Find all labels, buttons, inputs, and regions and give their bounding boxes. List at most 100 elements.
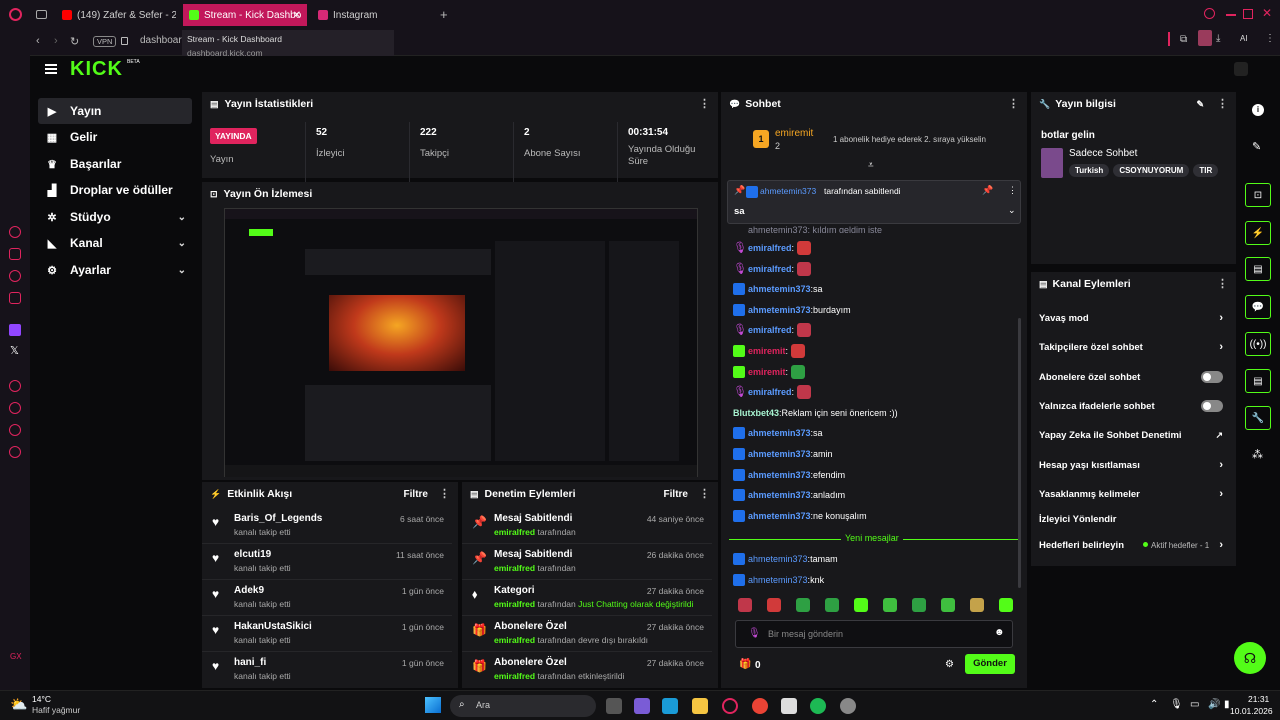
close-tab-icon[interactable]: ✕ xyxy=(293,10,301,21)
nav-droplar[interactable]: ▟ Droplar ve ödüller xyxy=(38,177,192,203)
download-icon[interactable]: ⤓ xyxy=(1216,33,1220,44)
send-button[interactable]: Gönder xyxy=(965,654,1015,674)
emote-only-toggle[interactable] xyxy=(1201,400,1223,412)
more-icon[interactable]: GX xyxy=(10,652,22,661)
chat-user[interactable]: ahmetemin373 xyxy=(748,449,811,459)
spotify-icon[interactable] xyxy=(810,698,826,714)
scroll-down-icon[interactable]: ⩡ xyxy=(868,160,874,171)
search-tabs-icon[interactable] xyxy=(1204,8,1215,19)
chat-user[interactable]: ahmetemin373 xyxy=(748,575,808,585)
mod-user[interactable]: emiralfred xyxy=(494,527,535,537)
twitch-icon[interactable] xyxy=(9,324,21,336)
pinned-user[interactable]: ahmetemin373 xyxy=(760,186,816,196)
close-window-icon[interactable]: ✕ xyxy=(1262,6,1272,20)
player-icon[interactable] xyxy=(9,380,21,392)
browser-tab-kick[interactable]: Stream - Kick Dashbo ✕ xyxy=(183,4,307,26)
opera-gx-icon[interactable] xyxy=(722,698,738,714)
x-icon[interactable]: 𝕏 xyxy=(10,344,19,357)
nav-studyo[interactable]: ✲ Stüdyo ⌄ xyxy=(38,204,192,230)
action-set-goals[interactable]: Hedefleri belirleyin Aktif hedefler - 1 … xyxy=(1039,535,1223,555)
mod-user[interactable]: emiralfred xyxy=(494,635,535,645)
battery-icon[interactable]: ▮ xyxy=(1224,699,1230,710)
emote-angry-icon[interactable] xyxy=(767,598,781,612)
maximize-icon[interactable] xyxy=(1243,9,1253,19)
emote-frog-icon[interactable] xyxy=(883,598,897,612)
emote-frog-icon[interactable] xyxy=(941,598,955,612)
more-options-icon[interactable]: ⋮ xyxy=(1008,185,1017,196)
moderation-widget-button[interactable]: ▤ xyxy=(1245,257,1271,281)
chat-scrollbar[interactable] xyxy=(1018,318,1021,588)
action-host-viewers[interactable]: İzleyici Yönlendir xyxy=(1039,509,1223,529)
more-options-icon[interactable]: ⋮ xyxy=(439,487,450,500)
file-explorer-icon[interactable] xyxy=(692,698,708,714)
chat-user[interactable]: ahmetemin373 xyxy=(748,428,811,438)
chat-settings-icon[interactable]: ⚙ xyxy=(945,659,954,670)
more-options-icon[interactable]: ⋮ xyxy=(1217,277,1228,290)
widgets-icon[interactable] xyxy=(634,698,650,714)
whatsapp-icon[interactable] xyxy=(9,270,21,282)
discord-icon[interactable] xyxy=(840,698,856,714)
mod-user[interactable]: emiralfred xyxy=(494,563,535,573)
nav-gelir[interactable]: ▦ Gelir xyxy=(38,124,192,150)
action-slow-mode[interactable]: Yavaş mod › xyxy=(1039,308,1223,328)
gift-user[interactable]: emiremit xyxy=(775,128,813,139)
new-tab-icon[interactable]: + xyxy=(440,7,448,22)
action-followers-only[interactable]: Takipçilere özel sohbet › xyxy=(1039,337,1223,357)
mic-icon[interactable]: 🎙 xyxy=(748,628,761,639)
emote-frog-icon[interactable] xyxy=(796,598,810,612)
kick-logo[interactable]: KICK xyxy=(70,58,123,81)
edit-icon[interactable]: ✎ xyxy=(1196,99,1204,110)
filter-button[interactable]: Filtre xyxy=(404,489,428,500)
chat-user[interactable]: emiremit xyxy=(748,367,786,377)
camera-widget-button[interactable]: ⊡ xyxy=(1245,183,1271,207)
start-icon[interactable] xyxy=(425,697,441,713)
emote-knife-icon[interactable] xyxy=(738,598,752,612)
feed-user[interactable]: elcuti19 xyxy=(234,549,271,560)
weather-temp[interactable]: 14°C xyxy=(32,694,51,704)
browser-settings-icon[interactable] xyxy=(9,446,21,458)
feed-user[interactable]: hani_fi xyxy=(234,657,266,668)
reload-icon[interactable]: ↻ xyxy=(70,35,79,48)
info-icon[interactable]: i xyxy=(1252,104,1264,116)
mod-user[interactable]: emiralfred xyxy=(494,599,535,609)
chat-user[interactable]: ahmetemin373 xyxy=(748,305,811,315)
more-options-icon[interactable]: ⋮ xyxy=(699,97,710,110)
extensions-icon[interactable]: ⧉ xyxy=(1180,34,1187,45)
emote-frog-icon[interactable] xyxy=(854,598,868,612)
emote-frog-icon[interactable] xyxy=(825,598,839,612)
pinboard-icon[interactable] xyxy=(9,424,21,436)
chat-user[interactable]: ahmetemin373 xyxy=(748,284,811,294)
more-options-icon[interactable]: ⋮ xyxy=(699,487,710,500)
apps-icon[interactable]: ⁂ xyxy=(1252,448,1263,461)
history-icon[interactable] xyxy=(9,402,21,414)
points-icon[interactable]: 🎁 xyxy=(739,659,751,670)
chat-user[interactable]: emiralfred xyxy=(748,325,792,335)
feed-user[interactable]: Baris_Of_Legends xyxy=(234,513,322,524)
mic-tray-icon[interactable]: 🎙 xyxy=(1170,699,1183,710)
hamburger-icon[interactable] xyxy=(45,64,57,74)
chrome-icon[interactable] xyxy=(752,698,768,714)
chat-user[interactable]: emiremit xyxy=(748,346,786,356)
feed-user[interactable]: HakanUstaSikici xyxy=(234,621,312,632)
back-icon[interactable]: ‹ xyxy=(36,35,40,47)
chat-user[interactable]: emiralfred xyxy=(748,387,792,397)
chat-user[interactable]: emiralfred xyxy=(748,264,792,274)
edge-icon[interactable] xyxy=(662,698,678,714)
subscribers-only-toggle[interactable] xyxy=(1201,371,1223,383)
messenger-icon[interactable] xyxy=(9,248,21,260)
minimize-icon[interactable] xyxy=(1226,14,1236,16)
action-account-age[interactable]: Hesap yaşı kısıtlaması › xyxy=(1039,455,1223,475)
nav-kanal[interactable]: ◣ Kanal ⌄ xyxy=(38,230,192,256)
volume-icon[interactable]: 🔊 xyxy=(1208,699,1220,710)
nav-yayin[interactable]: ▶ Yayın xyxy=(38,98,192,124)
chat-user[interactable]: ahmetemin373 xyxy=(748,470,811,480)
profile-icon[interactable] xyxy=(1198,30,1212,46)
pencil-icon[interactable]: ✎ xyxy=(1252,140,1261,153)
info-widget-button[interactable]: 🔧 xyxy=(1245,406,1271,430)
chat-user[interactable]: ahmetemin373 xyxy=(748,511,811,521)
store-icon[interactable] xyxy=(781,698,797,714)
more-options-icon[interactable]: ⋮ xyxy=(1217,97,1228,110)
user-avatar[interactable] xyxy=(1234,62,1248,76)
clock-time[interactable]: 21:31 xyxy=(1248,694,1269,704)
chat-widget-button[interactable]: 💬 xyxy=(1245,295,1271,319)
